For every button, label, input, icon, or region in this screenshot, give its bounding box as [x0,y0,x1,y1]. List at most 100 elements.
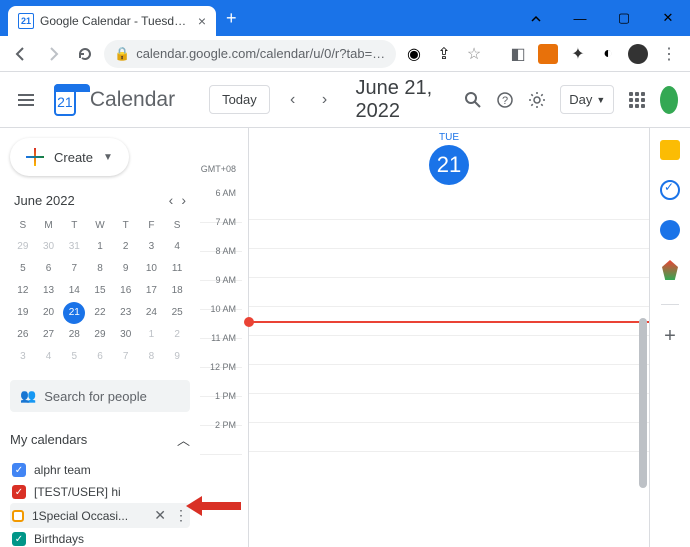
calendar-remove-icon[interactable]: ✕ [154,507,166,524]
calendar-checkbox[interactable]: ✓ [12,532,26,546]
hour-slot[interactable] [249,394,649,423]
hour-slot[interactable] [249,365,649,394]
back-button[interactable] [8,41,34,67]
minical-day[interactable]: 23 [115,302,137,324]
minical-day[interactable]: 19 [12,302,34,324]
minical-day[interactable]: 13 [38,280,60,302]
tab-close-icon[interactable]: × [198,13,206,29]
minical-day[interactable]: 6 [89,346,111,368]
window-minimize-button[interactable] [514,0,558,36]
minical-day[interactable]: 18 [166,280,188,302]
search-button[interactable] [464,86,482,114]
minical-day[interactable]: 9 [115,258,137,280]
minical-day[interactable]: 28 [63,324,85,346]
tasks-icon[interactable] [660,180,680,200]
main-menu-button[interactable] [12,88,40,112]
day-number-badge[interactable]: 21 [429,145,469,185]
minical-day[interactable]: 25 [166,302,188,324]
browser-tab[interactable]: 21 Google Calendar - Tuesday, June × [8,6,216,36]
calendar-item[interactable]: ✓Birthdays [10,528,190,547]
minical-day[interactable]: 10 [140,258,162,280]
minical-day[interactable]: 12 [12,280,34,302]
minical-day[interactable]: 22 [89,302,111,324]
create-button[interactable]: Create ▼ [10,138,129,176]
hour-slot[interactable] [249,220,649,249]
minical-day[interactable]: 5 [63,346,85,368]
minical-day[interactable]: 30 [115,324,137,346]
minical-day[interactable]: 31 [63,236,85,258]
scrollbar[interactable] [639,318,647,488]
minical-day[interactable]: 21 [63,302,85,324]
bookmark-star-icon[interactable]: ☆ [464,44,484,64]
hour-slot[interactable] [249,278,649,307]
calendar-checkbox[interactable]: ✓ [12,485,26,499]
extensions-button[interactable]: ✦ [568,44,588,64]
prev-day-button[interactable]: ‹ [284,86,302,114]
calendar-item[interactable]: ✓alphr team [10,459,190,481]
minical-day[interactable]: 27 [38,324,60,346]
extension-metamask-icon[interactable] [538,44,558,64]
minical-next-button[interactable]: › [181,192,186,208]
hour-slot[interactable] [249,249,649,278]
day-column[interactable]: TUE 21 [248,128,649,547]
calendar-checkbox[interactable] [12,510,24,522]
minical-day[interactable]: 7 [115,346,137,368]
minical-day[interactable]: 4 [38,346,60,368]
new-tab-button[interactable]: + [226,8,237,29]
hour-slot[interactable] [249,191,649,220]
account-avatar[interactable] [660,86,678,114]
minical-day[interactable]: 6 [38,258,60,280]
window-minimize2-button[interactable]: — [558,0,602,36]
my-calendars-toggle[interactable]: My calendars ︿ [10,426,190,453]
extension-5-icon[interactable] [628,44,648,64]
maps-icon[interactable] [662,260,678,280]
minical-day[interactable]: 30 [38,236,60,258]
add-addon-button[interactable]: + [664,325,676,348]
search-people-input[interactable]: 👥 Search for people [10,380,190,412]
settings-button[interactable] [528,86,546,114]
share-icon[interactable]: ⇪ [434,44,454,64]
minical-day[interactable]: 16 [115,280,137,302]
reload-button[interactable] [72,41,98,67]
help-button[interactable]: ? [496,86,514,114]
eye-icon[interactable]: ◉ [404,44,424,64]
extension-4-icon[interactable]: ◐ [598,44,618,64]
minical-day[interactable]: 5 [12,258,34,280]
minical-day[interactable]: 3 [140,236,162,258]
minical-day[interactable]: 14 [63,280,85,302]
minical-day[interactable]: 7 [63,258,85,280]
minical-day[interactable]: 29 [12,236,34,258]
forward-button[interactable] [40,41,66,67]
minical-day[interactable]: 2 [115,236,137,258]
minical-day[interactable]: 29 [89,324,111,346]
calendar-options-icon[interactable]: ⋮ [174,507,188,524]
calendar-item[interactable]: 1Special Occasi...✕⋮ [10,503,190,528]
minical-day[interactable]: 9 [166,346,188,368]
minical-day[interactable]: 8 [140,346,162,368]
window-close-button[interactable]: ✕ [646,0,690,36]
minical-day[interactable]: 4 [166,236,188,258]
minical-day[interactable]: 3 [12,346,34,368]
hour-slot[interactable] [249,423,649,452]
minical-day[interactable]: 8 [89,258,111,280]
calendar-checkbox[interactable]: ✓ [12,463,26,477]
minical-day[interactable]: 11 [166,258,188,280]
next-day-button[interactable]: › [316,86,334,114]
today-button[interactable]: Today [209,85,270,114]
minical-day[interactable]: 20 [38,302,60,324]
minical-day[interactable]: 2 [166,324,188,346]
window-maximize-button[interactable]: ▢ [602,0,646,36]
hour-slot[interactable] [249,336,649,365]
minical-day[interactable]: 26 [12,324,34,346]
minical-prev-button[interactable]: ‹ [169,192,174,208]
minical-day[interactable]: 1 [140,324,162,346]
url-bar[interactable]: 🔒 calendar.google.com/calendar/u/0/r?tab… [104,40,396,68]
minical-day[interactable]: 15 [89,280,111,302]
calendar-item[interactable]: ✓[TEST/USER] hi [10,481,190,503]
keep-icon[interactable] [660,140,680,160]
minical-day[interactable]: 1 [89,236,111,258]
minical-day[interactable]: 17 [140,280,162,302]
view-selector[interactable]: Day▼ [560,85,614,114]
extension-1-icon[interactable]: ◧ [508,44,528,64]
contacts-icon[interactable] [660,220,680,240]
